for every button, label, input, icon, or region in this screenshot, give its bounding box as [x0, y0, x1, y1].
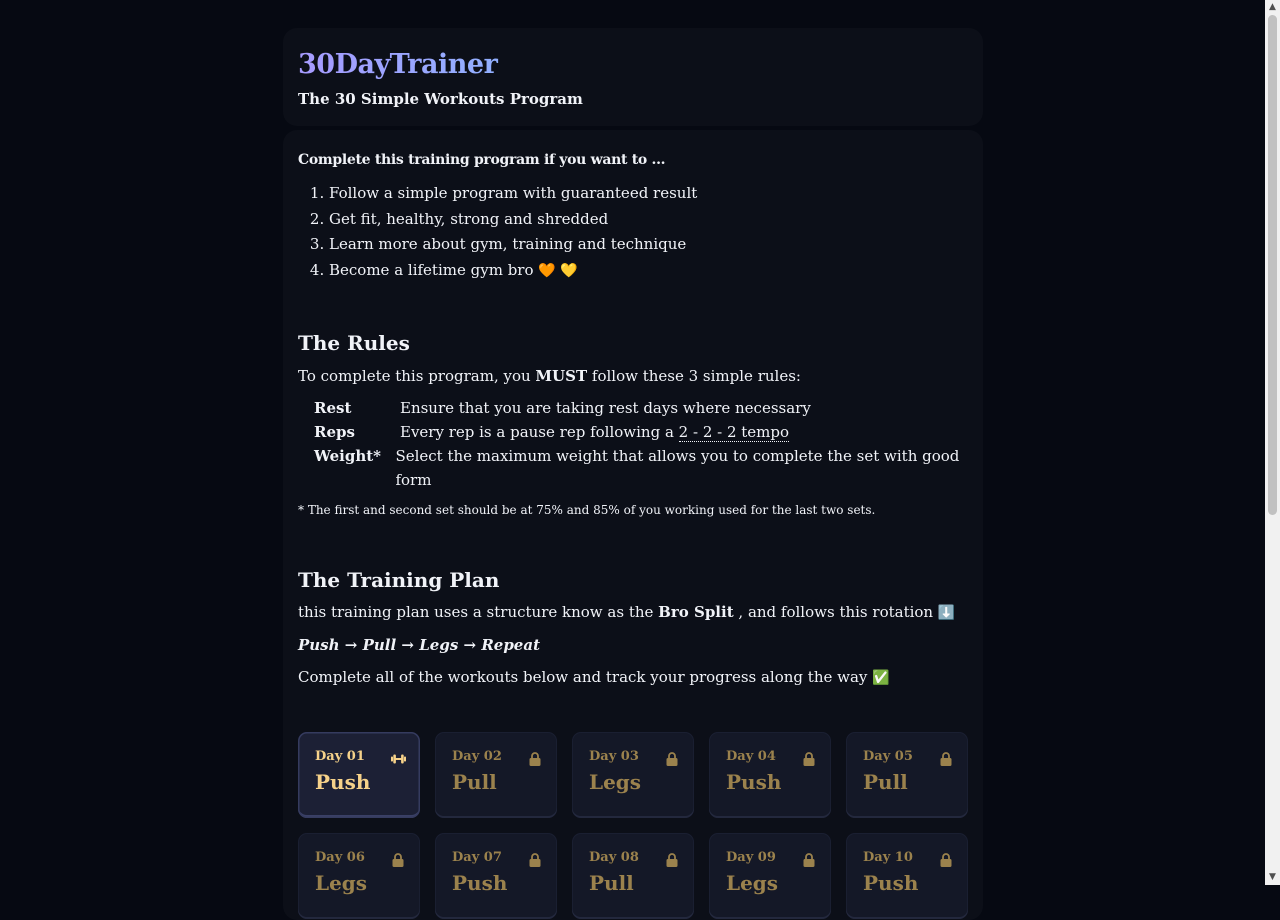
goal-item: Get fit, healthy, strong and shredded	[329, 207, 968, 233]
lock-icon	[527, 852, 543, 868]
day-workout-type: Push	[452, 871, 508, 895]
day-workout-type: Pull	[589, 871, 634, 895]
hearts-emoji: 🧡 💛	[538, 262, 578, 279]
day-card[interactable]: Day 09 Legs	[709, 833, 831, 919]
day-workout-type: Legs	[589, 770, 642, 794]
header-card: 30DayTrainer The 30 Simple Workouts Prog…	[283, 28, 983, 126]
day-card[interactable]: Day 06 Legs	[298, 833, 420, 919]
rule-desc: Ensure that you are taking rest days whe…	[400, 399, 811, 417]
rule-row-weight: Weight* Select the maximum weight that a…	[314, 444, 968, 492]
rules-heading: The Rules	[298, 331, 410, 355]
goal-item: Follow a simple program with guaranteed …	[329, 181, 968, 207]
day-workout-type: Push	[863, 871, 919, 895]
dumbbell-icon	[390, 751, 406, 767]
rules-intro: To complete this program, you MUST follo…	[298, 367, 801, 385]
page-container: 30DayTrainer The 30 Simple Workouts Prog…	[283, 28, 983, 920]
day-workout-type: Pull	[863, 770, 908, 794]
rule-desc: Select the maximum weight that allows yo…	[395, 447, 960, 489]
page-subtitle: The 30 Simple Workouts Program	[298, 90, 583, 108]
lock-icon	[801, 852, 817, 868]
day-card[interactable]: Day 08 Pull	[572, 833, 694, 919]
day-card[interactable]: Day 07 Push	[435, 833, 557, 919]
rule-row-rest: Rest Ensure that you are taking rest day…	[314, 396, 968, 420]
rule-name: Weight*	[314, 447, 382, 465]
lock-icon	[938, 852, 954, 868]
goal-item: Learn more about gym, training and techn…	[329, 232, 968, 258]
days-grid: Day 01 Push Day 02 Pull Day 03 Legs Day 04 Push…	[298, 732, 968, 919]
day-card[interactable]: Day 05 Pull	[846, 732, 968, 818]
rotation-sequence: Push → Pull → Legs → Repeat	[298, 636, 541, 654]
lock-icon	[390, 852, 406, 868]
lock-icon	[938, 751, 954, 767]
day-workout-type: Legs	[315, 871, 368, 895]
scroll-up-arrow-icon[interactable]: ▲	[1265, 0, 1280, 15]
lock-icon	[527, 751, 543, 767]
down-arrow-emoji: ⬇️	[937, 605, 956, 621]
day-workout-type: Legs	[726, 871, 779, 895]
lock-icon	[664, 852, 680, 868]
lock-icon	[801, 751, 817, 767]
plan-heading: The Training Plan	[298, 568, 500, 592]
rule-name: Reps	[314, 423, 355, 441]
scroll-down-arrow-icon[interactable]: ▼	[1265, 870, 1280, 885]
plan-description: this training plan uses a structure know…	[298, 603, 956, 621]
rules-table: Rest Ensure that you are taking rest day…	[314, 396, 968, 492]
day-workout-type: Push	[315, 770, 371, 794]
day-workout-type: Push	[726, 770, 782, 794]
scrollbar-thumb[interactable]	[1268, 15, 1277, 515]
day-card[interactable]: Day 02 Pull	[435, 732, 557, 818]
rule-desc: Every rep is a pause rep following a 2 -…	[400, 423, 790, 442]
track-progress-text: Complete all of the workouts below and t…	[298, 668, 890, 686]
rules-footnote: * The first and second set should be at …	[298, 503, 876, 517]
lock-icon	[664, 751, 680, 767]
day-workout-type: Pull	[452, 770, 497, 794]
rule-name: Rest	[314, 399, 352, 417]
tempo-tooltip-link[interactable]: 2 - 2 - 2 tempo	[678, 423, 790, 442]
check-emoji: ✅	[872, 670, 890, 686]
day-card[interactable]: Day 03 Legs	[572, 732, 694, 818]
day-card[interactable]: Day 04 Push	[709, 732, 831, 818]
main-card: Complete this training program if you wa…	[283, 130, 983, 920]
intro-heading: Complete this training program if you wa…	[298, 152, 666, 168]
day-card[interactable]: Day 10 Push	[846, 833, 968, 919]
day-card[interactable]: Day 01 Push	[298, 732, 420, 818]
rule-row-reps: Reps Every rep is a pause rep following …	[314, 420, 968, 444]
goals-list: Follow a simple program with guaranteed …	[298, 181, 968, 284]
goal-item: Become a lifetime gym bro 🧡 💛	[329, 258, 968, 285]
app-logo[interactable]: 30DayTrainer	[298, 49, 968, 81]
vertical-scrollbar[interactable]: ▲ ▼	[1265, 0, 1280, 885]
